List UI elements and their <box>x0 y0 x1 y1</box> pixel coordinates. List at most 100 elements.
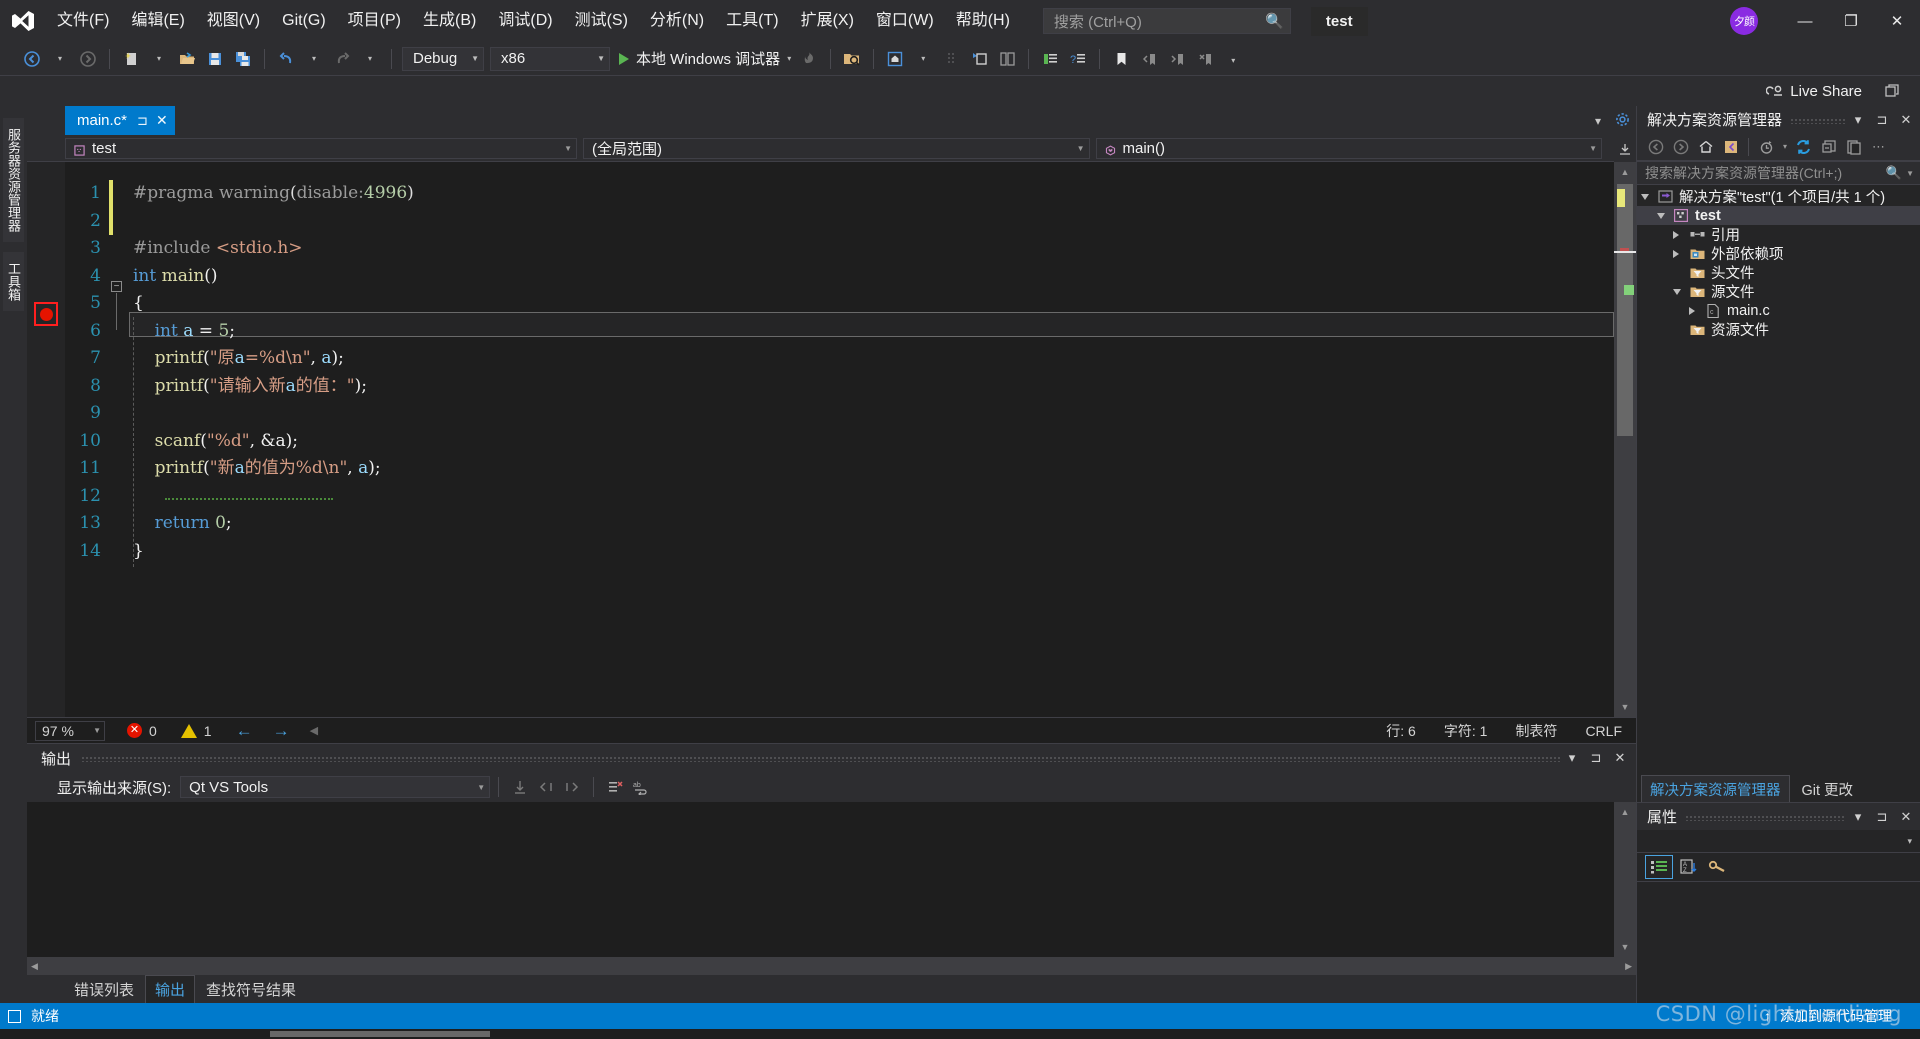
zoom-level-select[interactable]: 97 % ▼ <box>35 720 105 741</box>
scrollbar-split-icon[interactable] <box>1614 135 1636 162</box>
issue-overflow-icon[interactable]: ◀ <box>310 724 318 737</box>
next-bookmark-icon[interactable] <box>1164 46 1190 72</box>
tree-item[interactable]: 解决方案"test"(1 个项目/共 1 个) <box>1637 187 1920 206</box>
code-line[interactable]: #include <stdio.h> <box>133 235 1614 263</box>
collapse-twisty-icon[interactable] <box>1673 288 1689 295</box>
add-to-source-control-button[interactable]: 添加到源代码管理 <box>1780 1006 1892 1026</box>
nav-member-select[interactable]: main() ▼ <box>1095 137 1602 159</box>
toggle-word-wrap-icon[interactable]: ab <box>628 775 654 799</box>
undo-dropdown-icon[interactable]: ▾ <box>301 46 327 72</box>
properties-drag-grip[interactable] <box>1685 814 1846 821</box>
undo-icon[interactable] <box>273 46 299 72</box>
properties-categorized-icon[interactable] <box>1645 855 1673 879</box>
properties-pin-icon[interactable]: ⊐ <box>1870 805 1894 829</box>
code-line[interactable]: printf("请输入新a的值："); <box>133 373 1614 401</box>
warning-count-badge[interactable]: 1 <box>180 723 212 739</box>
tree-item[interactable]: 外部依赖项 <box>1637 244 1920 263</box>
menu-file[interactable]: 文件(F) <box>46 0 120 42</box>
se-overflow-icon[interactable]: ⋯ <box>1866 135 1891 159</box>
menu-project[interactable]: 项目(P) <box>337 0 412 42</box>
global-search-input[interactable]: 搜索 (Ctrl+Q) 🔍 <box>1042 8 1291 34</box>
live-share-more-icon[interactable] <box>1880 79 1904 103</box>
se-switch-views-icon[interactable] <box>1718 135 1743 159</box>
navigate-backward-icon[interactable] <box>19 46 45 72</box>
error-count-badge[interactable]: ✕ 0 <box>127 723 157 739</box>
tree-item[interactable]: 引用 <box>1637 225 1920 244</box>
search-folder-icon[interactable] <box>839 46 865 72</box>
menu-extensions[interactable]: 扩展(X) <box>790 0 865 42</box>
solution-tree[interactable]: 解决方案"test"(1 个项目/共 1 个) test 引用 外部依赖项 头文件 源文件… <box>1637 185 1920 776</box>
nav-project-select[interactable]: test ▼ <box>65 137 577 159</box>
start-debugging-dropdown-icon[interactable]: ▾ <box>787 54 791 63</box>
bottom-tab-output[interactable]: 输出 <box>145 974 196 1004</box>
sidebar-tab-toolbox[interactable]: 工具箱 <box>3 252 24 311</box>
fold-margin[interactable]: − <box>109 162 129 717</box>
properties-object-select[interactable]: ▾ <box>1637 830 1920 853</box>
expand-twisty-icon[interactable] <box>1673 249 1689 258</box>
solution-platform-select[interactable]: x86 ▼ <box>490 46 610 71</box>
menu-edit[interactable]: 编辑(E) <box>120 0 195 42</box>
output-pin-icon[interactable]: ⊐ <box>1584 746 1608 770</box>
se-pending-changes-icon[interactable] <box>1754 135 1779 159</box>
new-file-icon[interactable] <box>118 46 144 72</box>
menu-tools[interactable]: 工具(T) <box>715 0 789 42</box>
solution-explorer-home-icon[interactable] <box>882 46 908 72</box>
tab-list-dropdown-icon[interactable]: ▾ <box>1595 114 1601 128</box>
dock-tab-solution-explorer[interactable]: 解决方案资源管理器 <box>1641 774 1790 804</box>
properties-body[interactable] <box>1637 882 1920 1003</box>
dock-tab-git-changes[interactable]: Git 更改 <box>1794 776 1862 803</box>
previous-issue-icon[interactable]: ← <box>236 721 253 741</box>
menu-git[interactable]: Git(G) <box>271 0 337 42</box>
se-pending-changes-dropdown-icon[interactable]: ▾ <box>1779 135 1791 159</box>
solution-configuration-select[interactable]: Debug ▼ <box>402 46 484 71</box>
avatar[interactable]: 夕颜 <box>1730 7 1758 35</box>
output-source-select[interactable]: Qt VS Tools ▼ <box>180 776 491 798</box>
previous-bookmark-icon[interactable] <box>1136 46 1162 72</box>
code-line[interactable]: return 0; <box>133 510 1614 538</box>
se-search-icon[interactable]: 🔍 <box>1886 165 1902 181</box>
output-panel-drag-grip[interactable] <box>81 756 1560 762</box>
save-all-icon[interactable] <box>230 46 256 72</box>
expand-twisty-icon[interactable] <box>1673 230 1689 239</box>
output-vertical-scrollbar[interactable]: ▲ ▼ <box>1614 802 1636 957</box>
redo-icon[interactable] <box>329 46 355 72</box>
sidebar-tab-server-explorer[interactable]: 服务器资源管理器 <box>3 118 24 242</box>
output-scroll-left-icon[interactable]: ◀ <box>31 961 38 972</box>
output-dropdown-icon[interactable]: ▾ <box>1560 746 1584 770</box>
code-line[interactable]: int a = 5; <box>133 318 1614 346</box>
se-show-all-files-icon[interactable] <box>1841 135 1866 159</box>
go-to-previous-message-icon[interactable] <box>533 775 559 799</box>
solution-explorer-dropdown-icon[interactable]: ▾ <box>1846 108 1870 132</box>
expand-twisty-icon[interactable] <box>1689 306 1705 315</box>
code-line[interactable] <box>133 400 1614 428</box>
tree-item[interactable]: test <box>1637 206 1920 225</box>
menu-view[interactable]: 视图(V) <box>196 0 271 42</box>
code-line[interactable]: int main() <box>133 263 1614 291</box>
open-folder-icon[interactable] <box>174 46 200 72</box>
breakpoint-margin[interactable] <box>27 162 65 717</box>
minimize-button[interactable]: — <box>1782 0 1828 42</box>
start-debugging-button[interactable]: 本地 Windows 调试器 ▾ <box>613 46 795 72</box>
editor-settings-gear-icon[interactable] <box>1615 112 1630 130</box>
scroll-up-arrow-icon[interactable]: ▲ <box>1614 162 1636 182</box>
collapse-twisty-icon[interactable] <box>1657 212 1673 219</box>
menu-window[interactable]: 窗口(W) <box>865 0 945 42</box>
bottom-scroll-thumb[interactable] <box>270 1031 490 1037</box>
output-close-icon[interactable]: ✕ <box>1608 746 1632 770</box>
solution-explorer-drag-grip[interactable] <box>1790 117 1846 124</box>
task-list-icon[interactable] <box>1037 46 1063 72</box>
menu-test[interactable]: 测试(S) <box>564 0 639 42</box>
code-text-area[interactable]: #pragma warning(disable:4996) #include <… <box>129 162 1614 717</box>
solution-explorer-pin-icon[interactable]: ⊐ <box>1870 108 1894 132</box>
bookmark-icon[interactable] <box>1108 46 1134 72</box>
new-file-dropdown-icon[interactable]: ▾ <box>146 46 172 72</box>
live-share-button[interactable]: Live Share <box>1758 80 1870 103</box>
bottom-tab-find-symbol-results[interactable]: 查找符号结果 <box>197 976 305 1003</box>
collapse-twisty-icon[interactable] <box>1641 193 1657 200</box>
se-back-icon[interactable] <box>1643 135 1668 159</box>
code-line[interactable]: } <box>133 538 1614 566</box>
redo-dropdown-icon[interactable]: ▾ <box>357 46 383 72</box>
close-button[interactable]: ✕ <box>1874 0 1920 42</box>
se-search-dropdown-icon[interactable]: ▼ <box>1902 169 1918 178</box>
code-line[interactable]: printf("新a的值为%d\n", a); <box>133 455 1614 483</box>
